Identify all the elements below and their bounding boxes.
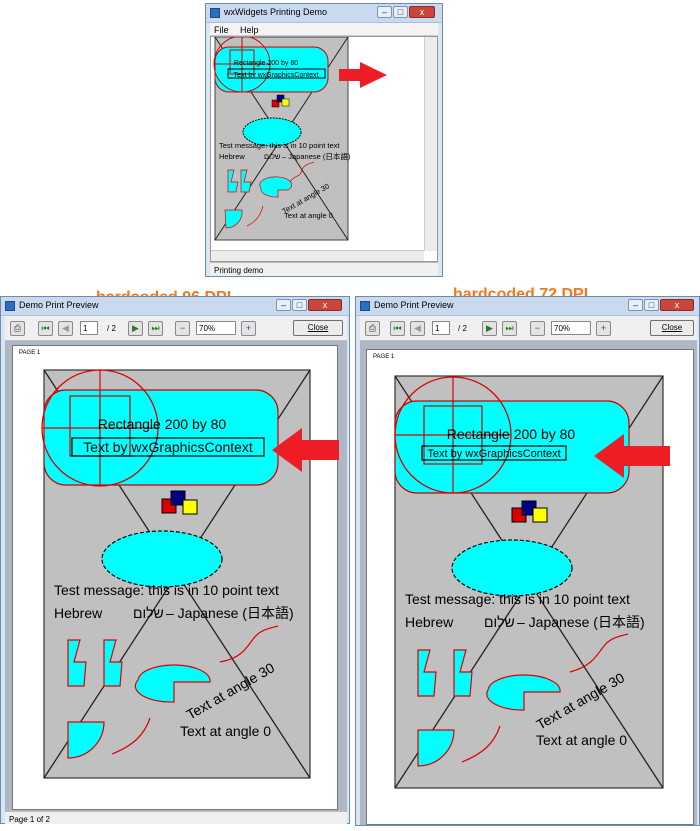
preview-right-area: PAGE 1 Rectangle 200 by 80 Text by wxGra… <box>360 341 697 825</box>
main-gc-label: Text by wxGraphicsContext <box>234 72 319 79</box>
preview-close-button[interactable]: Close <box>650 320 694 336</box>
preview-left-drawing: Rectangle 200 by 80 Text by wxGraphicsCo… <box>41 369 345 779</box>
preview-left-close-window-button[interactable]: x <box>308 299 342 311</box>
preview-left-japanese-text: – Japanese (日本語) <box>166 605 294 621</box>
preview-left-hebrew-label: Hebrew <box>54 605 103 621</box>
previous-page-icon[interactable]: ◀ <box>58 321 73 336</box>
previous-page-icon[interactable]: ◀ <box>410 321 425 336</box>
preview-right-angle0-text: Text at angle 0 <box>536 732 627 748</box>
zoom-select[interactable]: 70% <box>196 321 236 335</box>
preview-right-maximize-button[interactable]: □ <box>644 299 659 311</box>
preview-right-title: Demo Print Preview <box>374 300 454 310</box>
page-number-input[interactable]: 1 <box>432 321 450 335</box>
preview-right-titlebar: Demo Print Preview – □ x <box>356 297 699 316</box>
preview-right-hebrew-word: שלום <box>484 614 515 630</box>
zoom-in-icon[interactable]: + <box>241 321 256 336</box>
preview-right-close-window-button[interactable]: x <box>660 299 694 311</box>
preview-left-message-text: Test message: this is in 10 point text <box>54 582 279 598</box>
preview-right-message-text: Test message: this is in 10 point text <box>405 591 630 607</box>
menu-file[interactable]: File <box>214 25 229 35</box>
print-icon[interactable]: ⎙ <box>10 321 25 336</box>
first-page-icon[interactable]: ⏮ <box>390 321 405 336</box>
main-window-title: wxWidgets Printing Demo <box>224 7 328 17</box>
main-rect-label: Rectangle 200 by 80 <box>234 60 298 67</box>
preview-right-gc-label: Text by wxGraphicsContext <box>427 448 560 460</box>
preview-right-rect-label: Rectangle 200 by 80 <box>447 426 576 442</box>
main-drawing: Rectangle 200 by 80 Text by wxGraphicsCo… <box>213 37 387 241</box>
main-window: wxWidgets Printing Demo – □ x File Help … <box>205 3 443 277</box>
next-page-icon[interactable]: ▶ <box>482 321 497 336</box>
main-statusbar: Printing demo <box>210 262 438 276</box>
main-status-text: Printing demo <box>214 266 264 275</box>
app-icon <box>210 8 220 18</box>
print-icon[interactable]: ⎙ <box>365 321 380 336</box>
menubar: File Help <box>210 23 438 36</box>
preview-left-titlebar: Demo Print Preview – □ x <box>1 297 349 316</box>
preview-left-area: PAGE 1 Rectangle 200 by 80 Text by wxGra… <box>5 341 347 811</box>
preview-left-maximize-button[interactable]: □ <box>292 299 307 311</box>
zoom-select[interactable]: 70% <box>551 321 591 335</box>
preview-right-japanese-text: – Japanese (日本語) <box>517 614 645 630</box>
preview-left-statusbar: Page 1 of 2 <box>5 811 347 824</box>
main-japanese-text: – Japanese (日本語) <box>282 151 351 161</box>
preview-left-hebrew-word: שלום <box>133 605 164 621</box>
maximize-button[interactable]: □ <box>393 6 408 18</box>
preview-left-minimize-button[interactable]: – <box>276 299 291 311</box>
close-window-button[interactable]: x <box>409 6 435 18</box>
preview-left-app-icon <box>5 301 15 311</box>
last-page-icon[interactable]: ⏭ <box>502 321 517 336</box>
last-page-icon[interactable]: ⏭ <box>148 321 163 336</box>
page-total: / 2 <box>107 324 116 333</box>
main-titlebar: wxWidgets Printing Demo – □ x <box>206 4 442 23</box>
page-number-input[interactable]: 1 <box>80 321 98 335</box>
preview-left-rect-label: Rectangle 200 by 80 <box>98 416 227 432</box>
preview-left-title: Demo Print Preview <box>19 300 99 310</box>
zoom-in-icon[interactable]: + <box>596 321 611 336</box>
preview-window-left: Demo Print Preview – □ x ⎙ ⏮ ◀ 1 / 2 ▶ ⏭… <box>0 296 350 824</box>
first-page-icon[interactable]: ⏮ <box>38 321 53 336</box>
minimize-button[interactable]: – <box>377 6 392 18</box>
main-hebrew-label: Hebrew <box>219 152 245 161</box>
preview-window-right: Demo Print Preview – □ x ⎙ ⏮ ◀ 1 / 2 ▶ ⏭… <box>355 296 700 826</box>
main-hebrew-word: שלום <box>264 152 281 161</box>
main-message-text: Test message: this is in 10 point text <box>219 141 340 150</box>
zoom-out-icon[interactable]: − <box>530 321 545 336</box>
preview-right-app-icon <box>360 301 370 311</box>
preview-right-page-label: PAGE 1 <box>373 354 395 360</box>
preview-left-page-label: PAGE 1 <box>19 350 41 356</box>
preview-right-toolbar: ⎙ ⏮ ◀ 1 / 2 ▶ ⏭ − 70% + Close <box>360 316 697 341</box>
main-horizontal-scrollbar[interactable] <box>211 250 424 261</box>
preview-close-button[interactable]: Close <box>293 320 343 336</box>
main-vertical-scrollbar[interactable] <box>424 37 437 251</box>
main-angle0-text: Text at angle 0 <box>284 211 333 220</box>
preview-right-minimize-button[interactable]: – <box>628 299 643 311</box>
preview-left-toolbar: ⎙ ⏮ ◀ 1 / 2 ▶ ⏭ − 70% + Close <box>5 316 347 341</box>
preview-left-angle0-text: Text at angle 0 <box>180 723 271 739</box>
menu-help[interactable]: Help <box>240 25 259 35</box>
next-page-icon[interactable]: ▶ <box>128 321 143 336</box>
zoom-out-icon[interactable]: − <box>175 321 190 336</box>
preview-left-page: PAGE 1 Rectangle 200 by 80 Text by wxGra… <box>12 345 345 810</box>
preview-left-status-text: Page 1 of 2 <box>9 815 50 824</box>
main-canvas-area: Rectangle 200 by 80 Text by wxGraphicsCo… <box>210 36 438 262</box>
preview-right-drawing: Rectangle 200 by 80 Text by wxGraphicsCo… <box>394 375 670 789</box>
preview-left-gc-label: Text by wxGraphicsContext <box>83 439 253 455</box>
page-total: / 2 <box>458 324 467 333</box>
preview-right-hebrew-label: Hebrew <box>405 614 454 630</box>
preview-right-page: PAGE 1 Rectangle 200 by 80 Text by wxGra… <box>366 349 694 825</box>
